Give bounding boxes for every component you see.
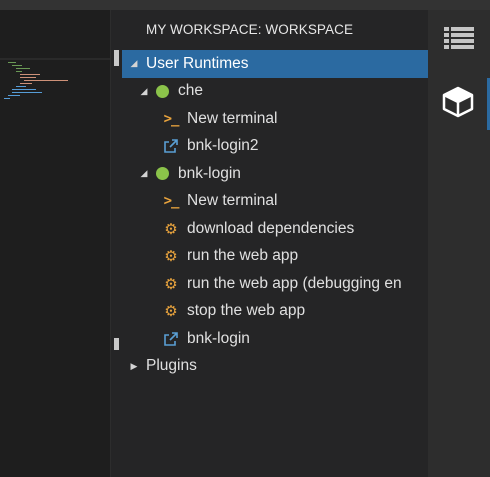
tree-item-preview-link[interactable]: bnk-login2 <box>122 133 428 161</box>
running-status-icon <box>156 167 169 181</box>
title-bar <box>0 0 490 10</box>
collapsed-arrow-icon[interactable]: ▶ <box>128 361 140 372</box>
tree-item-command[interactable]: ⚙ run the web app (debugging en <box>122 270 428 298</box>
scrollbar-thumb-bottom[interactable] <box>114 338 119 350</box>
tree-node-label: Plugins <box>146 357 197 375</box>
tree-item-label: download dependencies <box>187 219 355 237</box>
terminal-icon: >_ <box>163 193 180 210</box>
editor-area[interactable] <box>0 10 110 477</box>
tree-node-user-runtimes[interactable]: ◢ User Runtimes <box>122 50 428 78</box>
external-link-icon <box>162 138 180 154</box>
tree-item-label: New terminal <box>187 109 278 127</box>
expanded-arrow-icon[interactable]: ◢ <box>138 168 150 179</box>
gears-icon: ⚙ <box>164 303 178 321</box>
machines-panel: MY WORKSPACE: WORKSPACE ◢ User Runtimes … <box>122 10 428 477</box>
tree-item-command[interactable]: ⚙ download dependencies <box>122 215 428 243</box>
expanded-arrow-icon[interactable]: ◢ <box>138 86 150 97</box>
tree-item-label: bnk-login <box>187 329 250 347</box>
tree-item-preview-link[interactable]: bnk-login <box>122 325 428 353</box>
machine-label: che <box>178 82 203 100</box>
minimap[interactable] <box>2 62 72 102</box>
tree-item-label: run the web app <box>187 247 299 265</box>
tree-item-command[interactable]: ⚙ stop the web app <box>122 298 428 326</box>
external-link-icon <box>162 331 180 347</box>
cube-icon <box>441 85 475 124</box>
panel-title: MY WORKSPACE: WORKSPACE <box>146 22 354 37</box>
tree-node-machine[interactable]: ◢ che <box>122 78 428 106</box>
gears-icon: ⚙ <box>164 248 178 266</box>
tree-item-new-terminal[interactable]: >_ New terminal <box>122 188 428 216</box>
tree-node-label: User Runtimes <box>146 54 249 72</box>
editor-tab-strip <box>0 58 110 60</box>
outline-view-button[interactable] <box>428 14 490 66</box>
tree-item-label: New terminal <box>187 192 278 210</box>
gears-icon: ⚙ <box>164 275 178 293</box>
machines-view-button[interactable] <box>428 78 490 130</box>
tree-node-machine[interactable]: ◢ bnk-login <box>122 160 428 188</box>
gears-icon: ⚙ <box>164 220 178 238</box>
right-activity-bar <box>428 10 490 477</box>
running-status-icon <box>156 84 169 98</box>
tree-item-label: stop the web app <box>187 302 306 320</box>
list-icon <box>444 26 474 55</box>
tree-item-label: run the web app (debugging en <box>187 274 402 292</box>
scrollbar-thumb-top[interactable] <box>114 50 119 66</box>
tree-item-new-terminal[interactable]: >_ New terminal <box>122 105 428 133</box>
terminal-icon: >_ <box>163 110 180 127</box>
tree-item-label: bnk-login2 <box>187 137 259 155</box>
tree-node-plugins[interactable]: ▶ Plugins <box>122 353 428 381</box>
expanded-arrow-icon[interactable]: ◢ <box>128 58 140 69</box>
machine-label: bnk-login <box>178 164 241 182</box>
tree-item-command[interactable]: ⚙ run the web app <box>122 243 428 271</box>
runtime-tree: ◢ User Runtimes ◢ che >_ New terminal bn… <box>122 50 428 380</box>
